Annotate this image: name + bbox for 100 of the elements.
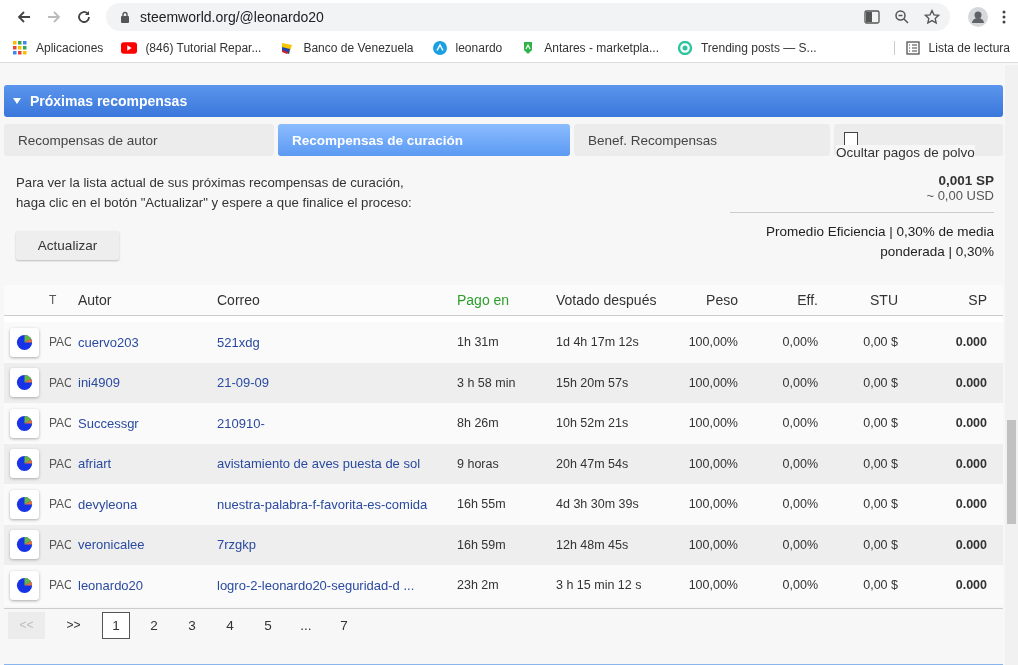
weight-cell-text: 100,00% — [687, 456, 738, 471]
author-link[interactable]: leonardo20 — [78, 577, 217, 593]
eff-cell-text: 0,00% — [781, 335, 818, 350]
post-link[interactable]: 210910- — [217, 415, 457, 431]
pie-chart-icon — [15, 494, 34, 514]
checkbox-label: Ocultar pagos de polvo — [836, 145, 975, 160]
column-header[interactable]: SP — [898, 292, 987, 308]
weight-cell-text: 100,00% — [687, 537, 738, 552]
reload-icon[interactable] — [76, 9, 92, 25]
payout-cell-text: 3 h 58 min — [457, 375, 517, 390]
next-page-button[interactable]: >> — [55, 611, 92, 639]
column-header[interactable]: Correo — [217, 292, 457, 308]
payout-cell-text: 1h 31m — [457, 335, 500, 350]
eff-cell-text: 0,00% — [781, 416, 818, 431]
voted-cell-text: 15h 20m 57s — [556, 375, 630, 390]
sp-cell-text: 0.000 — [954, 456, 987, 471]
sp-cell-text: 0.000 — [954, 537, 987, 552]
post-link[interactable]: avistamiento de aves puesta de sol — [217, 456, 457, 472]
checkbox[interactable] — [844, 132, 858, 146]
post-link[interactable]: 21-09-09 — [217, 375, 457, 391]
star-icon[interactable] — [924, 9, 940, 25]
eff-cell-text: 0,00% — [781, 456, 818, 471]
payout-cell-text: 9 horas — [457, 456, 500, 471]
bookmark[interactable]: Banco de Venezuela — [279, 41, 414, 55]
author-link[interactable]: Successgr — [78, 415, 217, 431]
lock-icon — [120, 11, 130, 23]
usd-total: ~ 0,00 USD — [926, 188, 994, 203]
pie-chart-icon — [15, 454, 34, 474]
apps-grid-icon — [12, 41, 28, 55]
voted-cell-text: 20h 47m 54s — [556, 456, 630, 471]
stu-cell-text: 0,00 $ — [862, 335, 898, 350]
author-link[interactable]: cuervo203 — [78, 334, 217, 350]
bookmark[interactable]: Trending posts — S... — [676, 41, 817, 55]
column-header[interactable]: STU — [818, 292, 898, 308]
page-button[interactable]: ... — [292, 611, 320, 639]
efficiency-text: Promedio Eficiencia | 0,30% de media ponderada | 0,30% — [766, 223, 994, 261]
weight-cell-text: 100,00% — [687, 416, 738, 431]
payout-cell-text: 8h 26m — [457, 416, 500, 431]
weight-cell-text: 100,00% — [687, 335, 738, 350]
section-header[interactable]: Próximas recompensas — [4, 85, 1003, 117]
eff-cell-text: 0,00% — [781, 537, 818, 552]
pie-chart-icon — [15, 535, 34, 555]
post-link[interactable]: 7rzgkp — [217, 537, 457, 553]
payout-cell-text: 23h 2m — [457, 578, 500, 593]
page-button[interactable]: 3 — [178, 611, 206, 639]
voted-cell-text: 10h 52m 21s — [556, 416, 630, 431]
stu-cell-text: 0,00 $ — [862, 375, 898, 390]
stu-cell-text: 0,00 $ — [862, 497, 898, 512]
column-header[interactable]: Peso — [686, 292, 738, 308]
sp-cell-text: 0.000 — [954, 416, 987, 431]
pie-chart-icon — [15, 332, 34, 352]
post-link[interactable]: nuestra-palabra-f-favorita-es-comida — [217, 496, 457, 512]
update-button[interactable]: Actualizar — [16, 231, 119, 260]
page-button[interactable]: 1 — [102, 611, 130, 639]
eff-cell-text: 0,00% — [781, 497, 818, 512]
post-link[interactable]: logro-2-leonardo20-seguridad-d ... — [217, 577, 457, 593]
post-link[interactable]: 521xdg — [217, 334, 457, 350]
stu-cell-text: 0,00 $ — [862, 416, 898, 431]
menu-icon[interactable] — [1002, 9, 1006, 25]
author-link[interactable]: afriart — [78, 456, 217, 472]
page-button[interactable]: 2 — [140, 611, 168, 639]
column-header[interactable]: Eff. — [738, 292, 818, 308]
pie-chart-button[interactable] — [10, 449, 39, 479]
sp-cell-text: 0.000 — [954, 375, 987, 390]
column-header[interactable]: T — [49, 293, 71, 307]
pie-chart-button[interactable] — [10, 327, 39, 357]
back-icon[interactable] — [16, 9, 32, 25]
page-button[interactable]: 4 — [216, 611, 244, 639]
page-button[interactable]: 7 — [330, 611, 358, 639]
bookmark[interactable]: leonardo — [431, 41, 503, 55]
column-header[interactable]: Autor — [78, 292, 217, 308]
column-header[interactable]: Votado después — [556, 292, 686, 308]
weight-cell-text: 100,00% — [687, 497, 738, 512]
payout-cell-text: 16h 55m — [457, 497, 507, 512]
peak-icon — [431, 41, 448, 55]
tab[interactable]: Recompensas de autor — [4, 124, 274, 156]
page-button[interactable]: 5 — [254, 611, 282, 639]
payout-cell-text: 16h 59m — [457, 537, 507, 552]
bookmark[interactable]: (846) Tutorial Repar... — [121, 41, 262, 55]
stu-cell-text: 0,00 $ — [862, 578, 898, 593]
reading-list[interactable]: Lista de lectura — [893, 41, 1010, 55]
bookmark[interactable]: Aplicaciones — [12, 41, 104, 55]
author-link[interactable]: ini4909 — [78, 375, 217, 391]
author-link[interactable]: devyleona — [78, 496, 217, 512]
sp-cell-text: 0.000 — [954, 497, 987, 512]
stu-cell-text: 0,00 $ — [862, 456, 898, 471]
weight-cell-text: 100,00% — [687, 578, 738, 593]
pie-chart-button[interactable] — [10, 408, 39, 438]
pie-chart-button[interactable] — [10, 489, 39, 519]
tab[interactable]: Benef. Recompensas — [574, 124, 830, 156]
avatar-icon[interactable] — [968, 7, 988, 27]
bookmark[interactable]: Antares - marketpla... — [520, 41, 659, 55]
eff-cell-text: 0,00% — [781, 375, 818, 390]
pie-chart-button[interactable] — [10, 368, 39, 398]
address-bar[interactable]: steemworld.org/@leonardo20 — [106, 3, 950, 31]
scrollbar[interactable] — [1005, 65, 1018, 665]
pie-chart-button[interactable] — [10, 570, 39, 600]
zoom-icon[interactable] — [894, 9, 910, 25]
pie-chart-button[interactable] — [10, 530, 39, 560]
author-link[interactable]: veronicalee — [78, 537, 217, 553]
